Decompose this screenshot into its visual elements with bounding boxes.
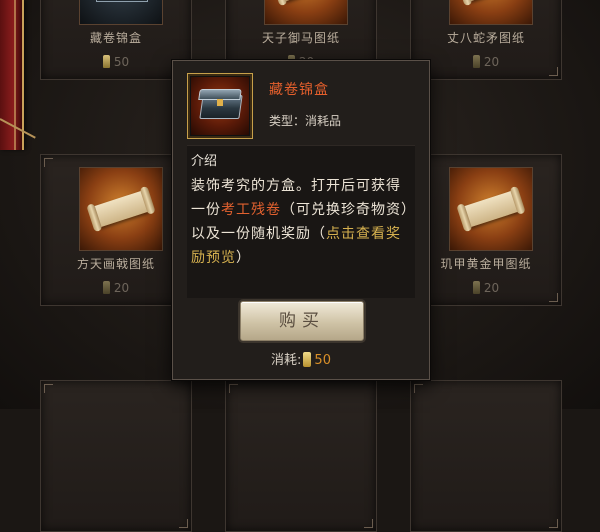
buy-button[interactable]: 购买	[240, 301, 364, 341]
item-icon-frame	[187, 73, 253, 139]
item-cost: 50	[41, 55, 191, 69]
red-banner-decoration	[0, 0, 24, 150]
shop-item-card[interactable]: 方天画戟图纸 20	[40, 154, 192, 306]
popup-item-name: 藏卷锦盒	[269, 82, 329, 98]
chest-lock	[217, 99, 223, 106]
token-icon	[303, 352, 312, 367]
scroll-icon	[461, 190, 521, 228]
item-detail-popup: 藏卷锦盒 类型：消耗品 介绍 装饰考究的方盒。打开后可获得一份考工残卷（可兑换珍…	[172, 60, 430, 380]
cost-value: 50	[314, 353, 331, 368]
shop-item-card[interactable]: 藏卷锦盒 50	[40, 0, 192, 80]
shop-item-card[interactable]: 丈八蛇矛图纸 20	[410, 0, 562, 80]
description-heading: 介绍	[191, 154, 218, 169]
shop-item-card[interactable]	[40, 380, 192, 532]
item-name: 藏卷锦盒	[89, 31, 142, 45]
item-cost: 20	[41, 281, 191, 295]
cost-row: 消耗: 50	[173, 349, 429, 368]
item-thumbnail	[449, 0, 533, 25]
chest-icon	[191, 77, 249, 135]
cost-label: 消耗:	[271, 353, 302, 368]
desc-text: ）	[236, 250, 251, 266]
item-cost: 20	[411, 281, 561, 295]
token-icon	[102, 55, 110, 68]
item-name: 方天画戟图纸	[76, 257, 155, 271]
item-thumbnail	[449, 167, 533, 251]
shop-item-card[interactable]: 玑甲黄金甲图纸 20	[410, 154, 562, 306]
item-name: 玑甲黄金甲图纸	[440, 257, 532, 271]
description-panel: 介绍 装饰考究的方盒。打开后可获得一份考工残卷（可兑换珍奇物资）以及一份随机奖励…	[187, 145, 415, 298]
item-thumbnail	[79, 0, 163, 25]
item-name: 天子御马图纸	[261, 31, 340, 45]
item-thumbnail	[79, 167, 163, 251]
item-name: 丈八蛇矛图纸	[446, 31, 525, 45]
scroll-icon	[91, 190, 151, 228]
highlight-item: 考工残卷	[221, 202, 281, 218]
item-cost: 20	[411, 55, 561, 69]
shop-item-card[interactable]	[225, 380, 377, 532]
token-icon	[472, 281, 480, 294]
scroll-icon	[461, 0, 521, 2]
description-text: 装饰考究的方盒。打开后可获得一份考工残卷（可兑换珍奇物资）以及一份随机奖励（点击…	[191, 174, 415, 270]
item-thumbnail	[264, 0, 348, 25]
popup-item-type: 类型：消耗品	[269, 114, 342, 128]
chest-icon	[96, 0, 148, 2]
token-icon	[102, 281, 110, 294]
scroll-icon	[276, 0, 336, 2]
shop-item-card[interactable]	[410, 380, 562, 532]
token-icon	[472, 55, 480, 68]
